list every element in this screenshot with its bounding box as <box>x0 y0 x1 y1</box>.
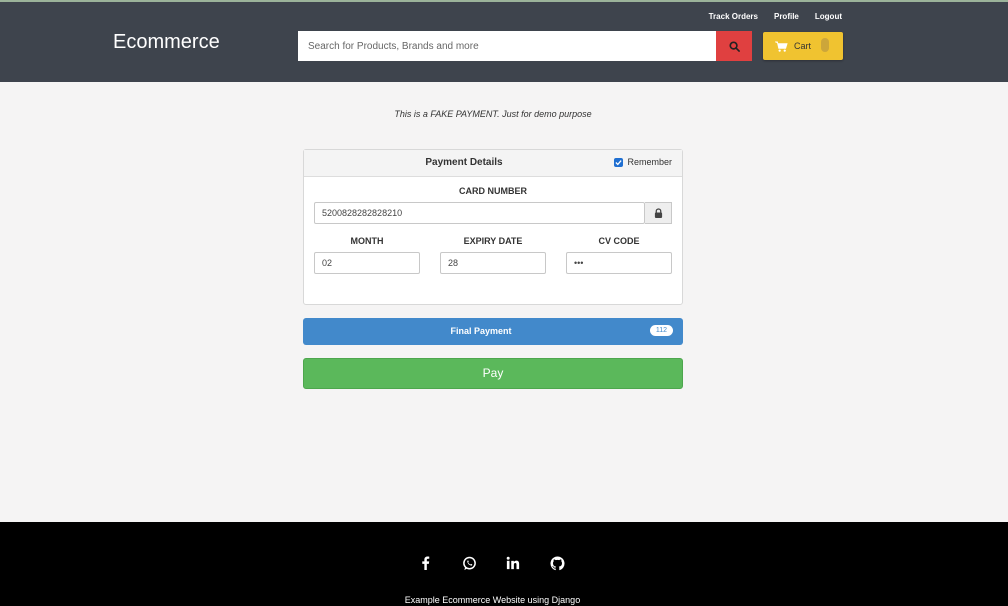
fake-payment-notice: This is a FAKE PAYMENT. Just for demo pu… <box>394 109 592 119</box>
facebook-icon[interactable] <box>414 552 436 574</box>
pay-button[interactable]: Pay <box>303 358 683 389</box>
header: Ecommerce Track Orders Profile Logout Ca… <box>0 0 1008 82</box>
linkedin-icon[interactable] <box>502 552 524 574</box>
search-input[interactable] <box>298 31 716 61</box>
cart-icon <box>775 40 788 52</box>
nav-track-orders-link[interactable]: Track Orders <box>709 12 758 21</box>
social-links <box>414 552 568 574</box>
nav-profile-link[interactable]: Profile <box>774 12 799 21</box>
expiry-date-field[interactable]: 28 <box>440 252 546 274</box>
remember-label: Remember <box>627 157 672 167</box>
final-payment-bar: Final Payment 112 <box>303 318 683 345</box>
checkbox-checked-icon[interactable] <box>614 157 624 167</box>
final-payment-amount-badge: 112 <box>649 325 673 336</box>
expiry-date-label: EXPIRY DATE <box>463 236 523 246</box>
github-icon[interactable] <box>546 552 568 574</box>
payment-details-panel: Payment Details Remember CARD NUMBER 520… <box>303 149 683 305</box>
brand-logo[interactable]: Ecommerce <box>113 31 220 54</box>
footer-text: Example Ecommerce Website using Django <box>404 595 581 605</box>
month-label: MONTH <box>350 236 384 246</box>
lock-addon <box>645 202 672 224</box>
card-number-field[interactable]: 5200828282828210 <box>314 202 645 224</box>
final-payment-label: Final Payment <box>450 326 512 336</box>
cart-label: Cart <box>794 41 812 51</box>
nav-logout-link[interactable]: Logout <box>815 12 842 21</box>
search-button[interactable] <box>716 31 752 61</box>
lock-icon <box>654 208 662 218</box>
month-field[interactable]: 02 <box>314 252 420 274</box>
card-number-label: CARD NUMBER <box>459 186 527 196</box>
cv-code-label: CV CODE <box>598 236 640 246</box>
whatsapp-icon[interactable] <box>458 552 480 574</box>
cart-count-badge <box>821 38 829 52</box>
footer: Example Ecommerce Website using Django <box>0 522 1008 606</box>
cart-button[interactable]: Cart <box>763 32 843 60</box>
cv-code-field[interactable]: ••• <box>566 252 672 274</box>
search-icon <box>728 40 740 52</box>
top-nav: Track Orders Profile Logout <box>709 12 842 21</box>
panel-title: Payment Details <box>425 157 503 168</box>
remember-checkbox[interactable]: Remember <box>614 157 672 167</box>
panel-header: Payment Details Remember <box>304 150 682 177</box>
